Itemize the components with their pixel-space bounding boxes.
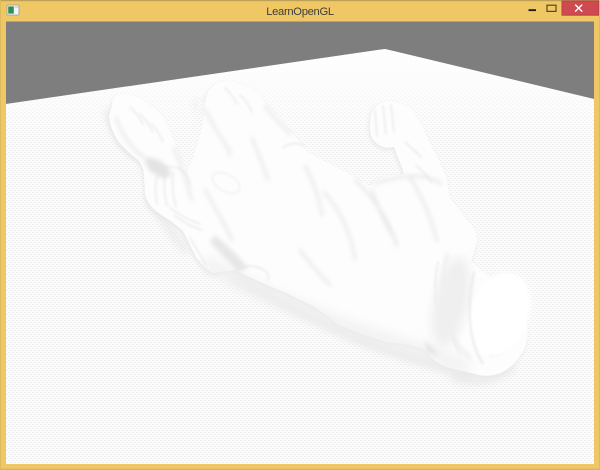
- svg-text:LearnOpenGL: LearnOpenGL: [266, 6, 334, 18]
